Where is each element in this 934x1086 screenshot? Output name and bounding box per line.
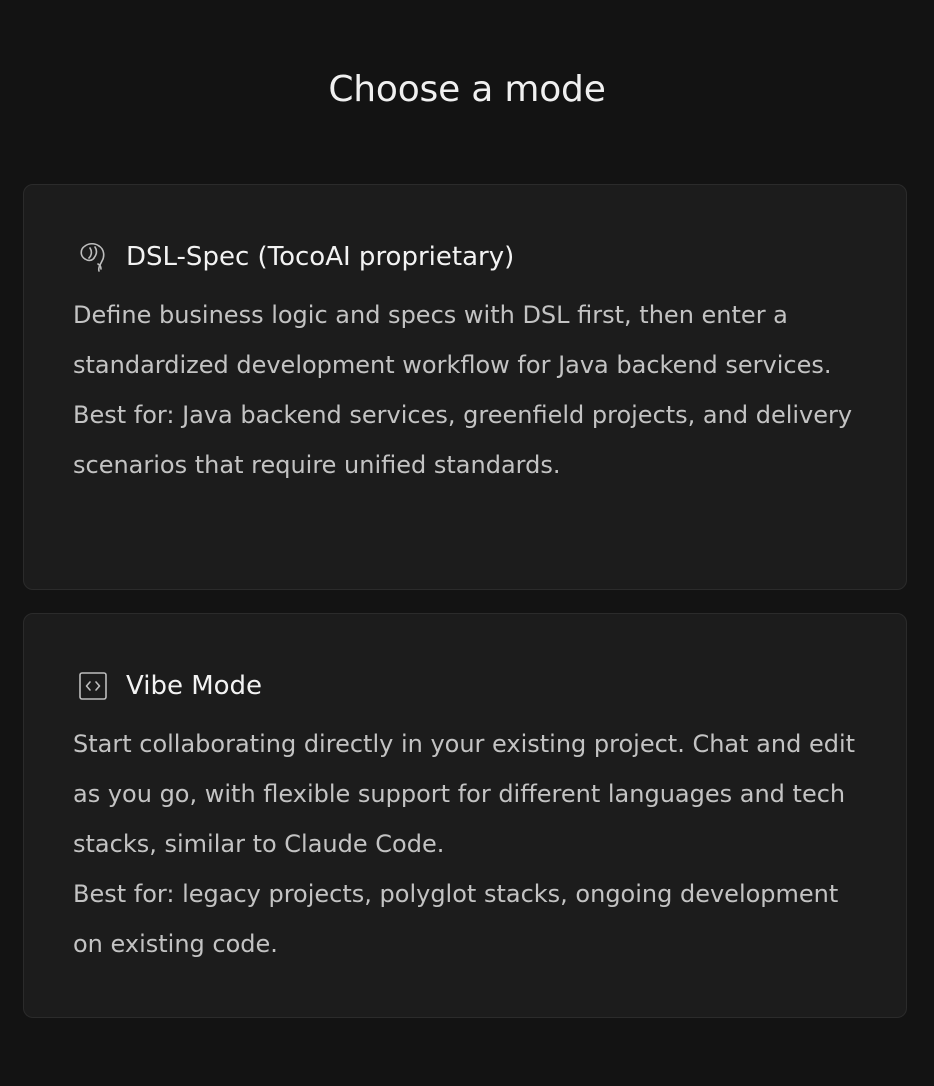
mode-card-best-for: Best for: legacy projects, polyglot stac… xyxy=(73,880,839,958)
leaf-bulb-icon xyxy=(76,240,110,274)
page-title: Choose a mode xyxy=(328,69,606,110)
mode-card-title: Vibe Mode xyxy=(126,671,263,701)
mode-card-body: Define business logic and specs with DSL… xyxy=(73,290,873,490)
mode-card-best-for: Best for: Java backend services, greenfi… xyxy=(73,401,853,479)
code-brackets-icon xyxy=(76,669,110,703)
mode-card-title: DSL-Spec (TocoAI proprietary) xyxy=(126,242,515,272)
mode-card-header: DSL-Spec (TocoAI proprietary) xyxy=(76,237,514,277)
mode-card-description: Start collaborating directly in your exi… xyxy=(73,730,856,858)
mode-card-description: Define business logic and specs with DSL… xyxy=(73,301,832,379)
mode-card-header: Vibe Mode xyxy=(76,666,262,706)
mode-card-body: Start collaborating directly in your exi… xyxy=(73,719,873,969)
mode-card-dsl-spec[interactable]: DSL-Spec (TocoAI proprietary) Define bus… xyxy=(23,184,907,590)
mode-card-vibe[interactable]: Vibe Mode Start collaborating directly i… xyxy=(23,613,907,1018)
